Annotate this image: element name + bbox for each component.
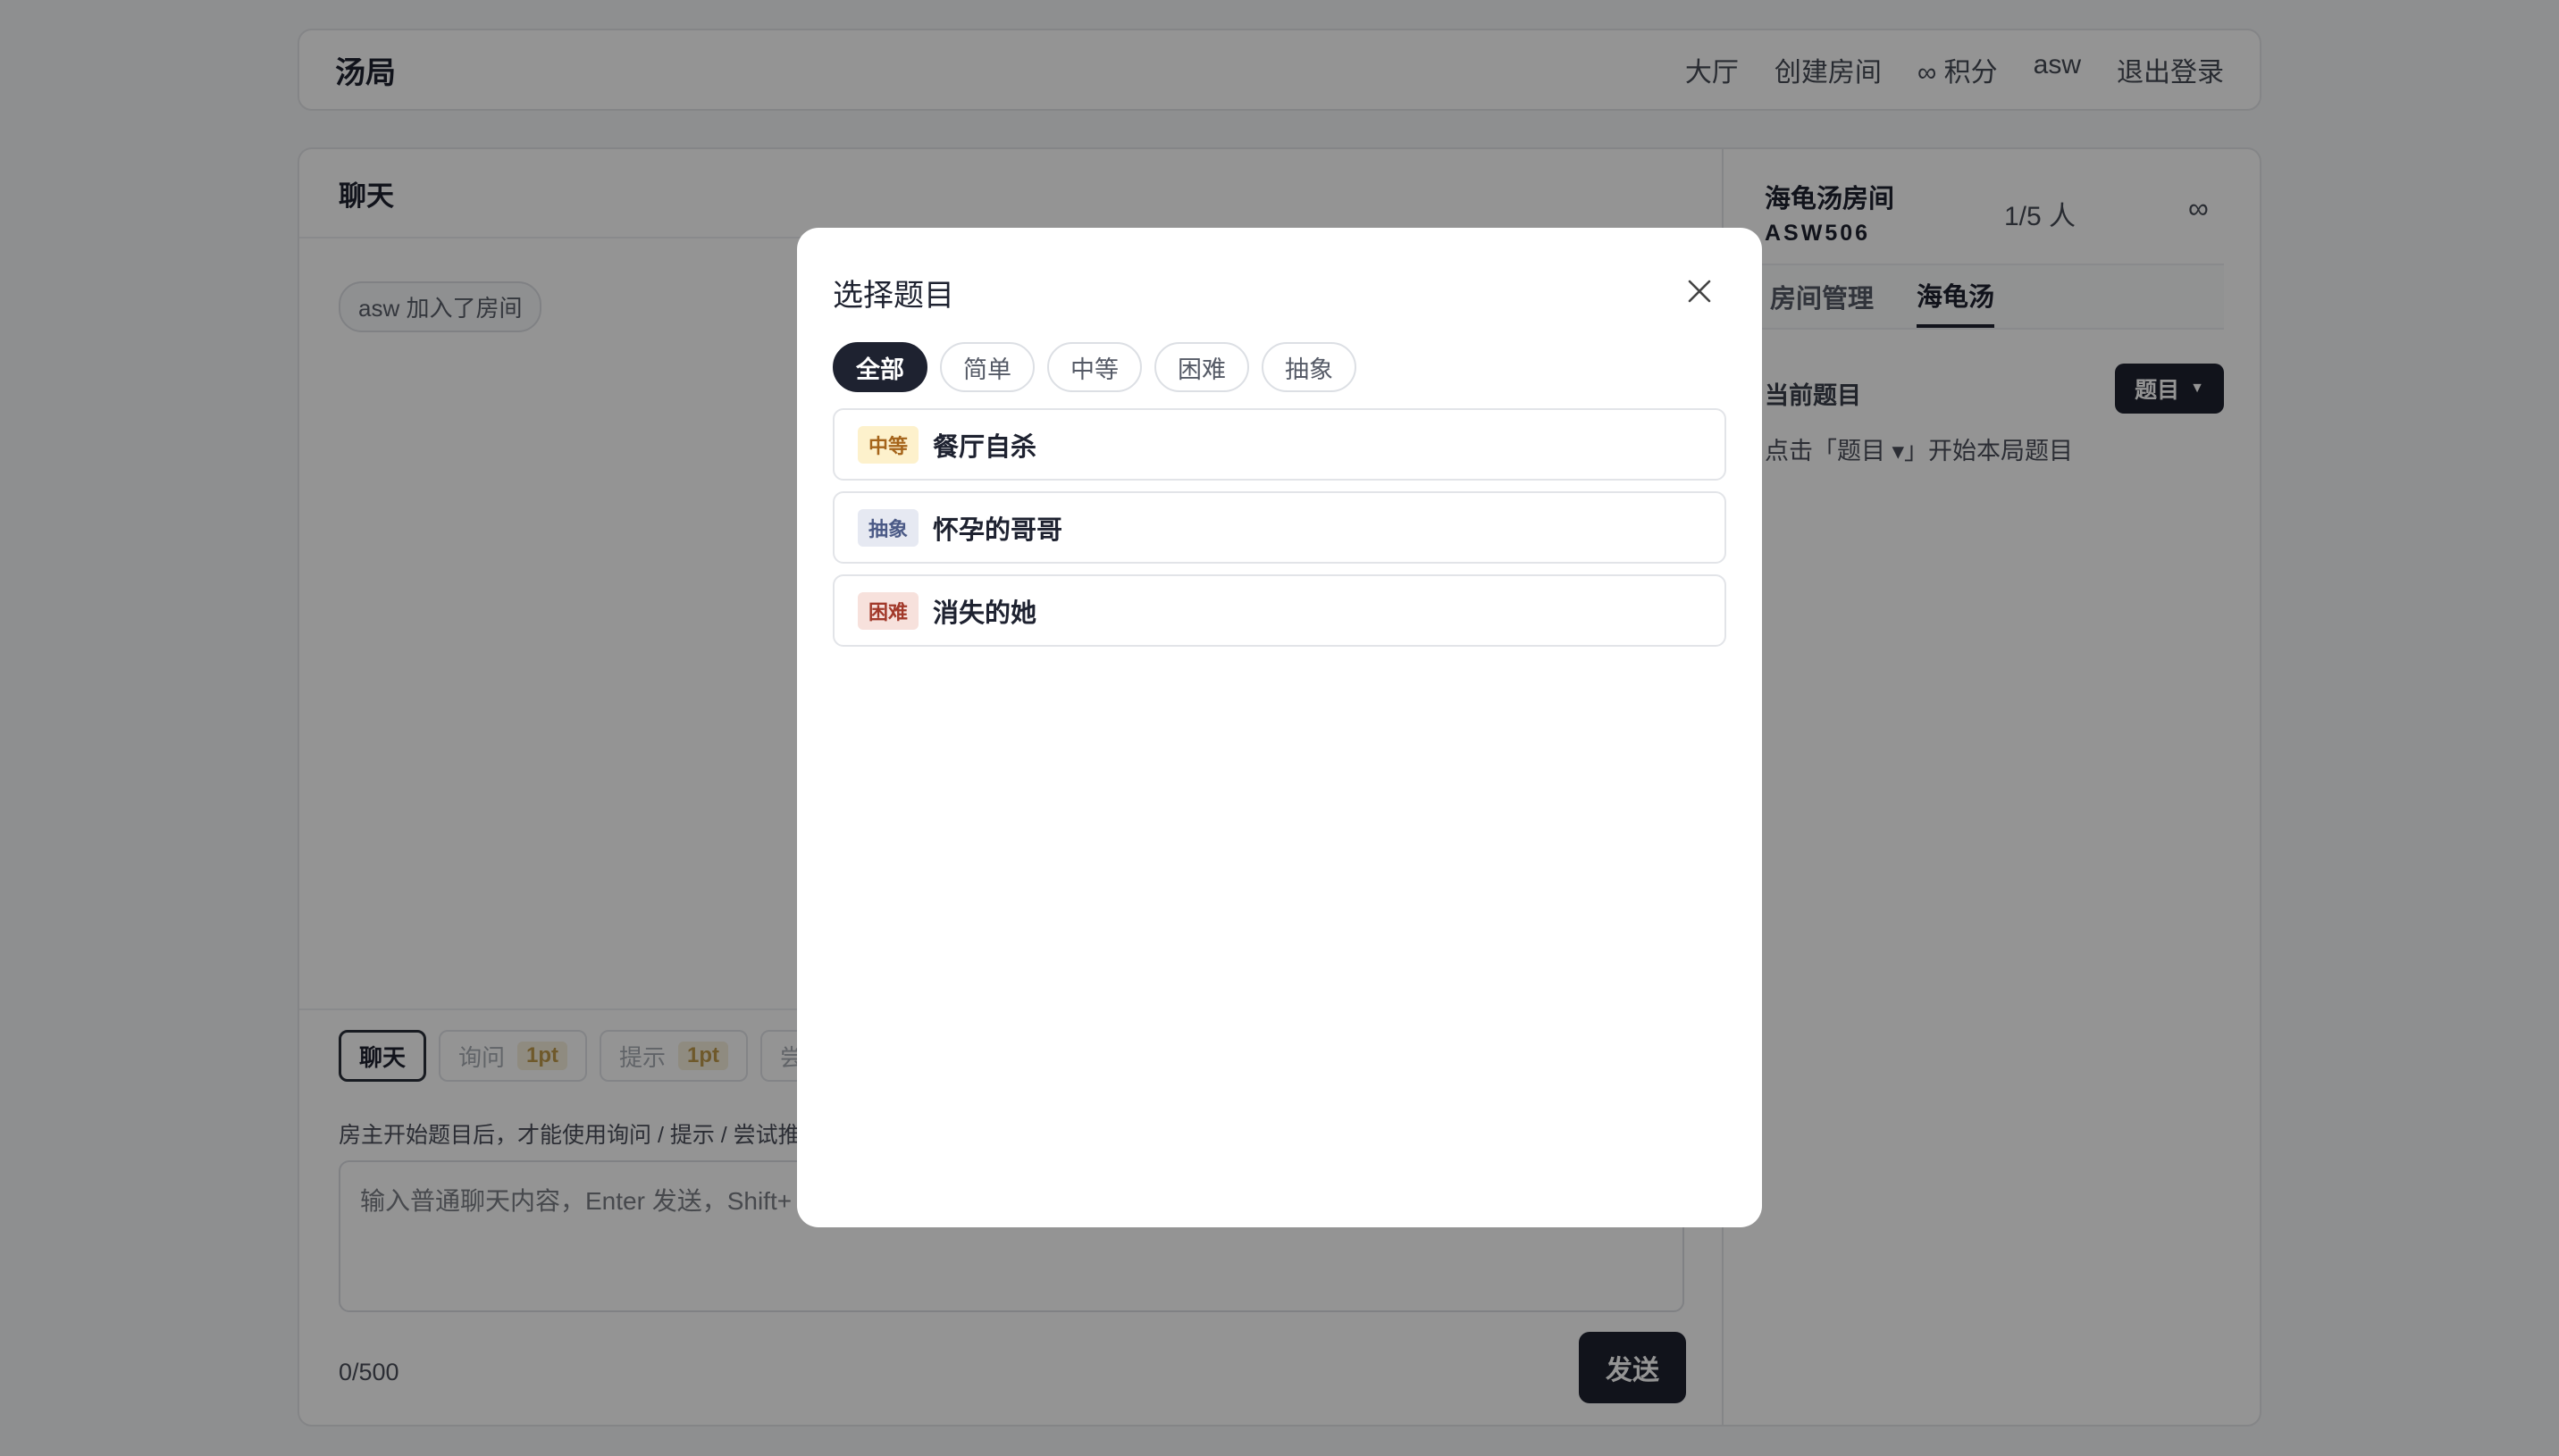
topic-item[interactable]: 抽象 怀孕的哥哥 <box>833 491 1726 564</box>
difficulty-badge: 中等 <box>858 425 919 464</box>
topic-item[interactable]: 困难 消失的她 <box>833 574 1726 647</box>
filter-hard[interactable]: 困难 <box>1154 342 1249 392</box>
filter-medium[interactable]: 中等 <box>1047 342 1142 392</box>
difficulty-badge: 抽象 <box>858 508 919 547</box>
topic-item[interactable]: 中等 餐厅自杀 <box>833 408 1726 481</box>
topic-title: 怀孕的哥哥 <box>933 515 1063 545</box>
dialog-title: 选择题目 <box>833 279 954 313</box>
difficulty-badge: 困难 <box>858 591 919 630</box>
close-icon[interactable] <box>1685 277 1714 305</box>
filter-abstract[interactable]: 抽象 <box>1262 342 1356 392</box>
filter-all[interactable]: 全部 <box>833 342 927 392</box>
difficulty-filter: 全部 简单 中等 困难 抽象 <box>833 342 1356 392</box>
select-topic-dialog: 选择题目 全部 简单 中等 困难 抽象 中等 餐厅自杀 抽象 怀孕的哥哥 困难 … <box>797 228 1762 1227</box>
topic-title: 消失的她 <box>933 598 1037 628</box>
topic-list: 中等 餐厅自杀 抽象 怀孕的哥哥 困难 消失的她 <box>833 408 1726 647</box>
filter-easy[interactable]: 简单 <box>940 342 1035 392</box>
topic-title: 餐厅自杀 <box>933 432 1037 462</box>
